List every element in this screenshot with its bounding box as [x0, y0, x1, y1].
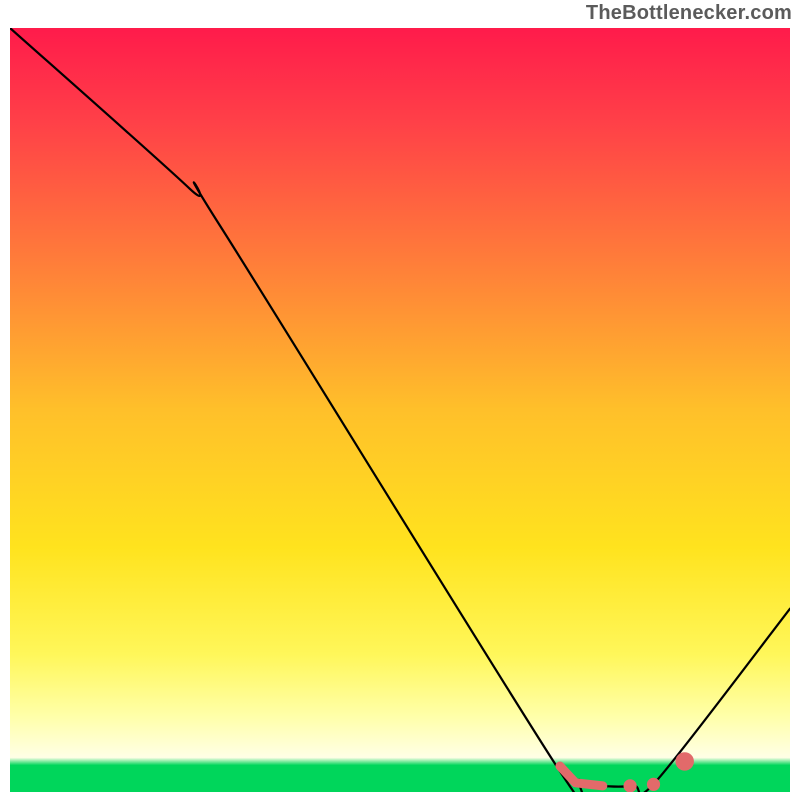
- highlight-dot-1: [647, 778, 660, 791]
- plot-area: [10, 28, 790, 792]
- chart-svg: [10, 28, 790, 792]
- highlight-dot-0: [624, 779, 637, 792]
- chart-root: TheBottlenecker.com: [0, 0, 800, 800]
- attribution-label: TheBottlenecker.com: [586, 2, 792, 25]
- highlight-dot-2: [675, 752, 693, 770]
